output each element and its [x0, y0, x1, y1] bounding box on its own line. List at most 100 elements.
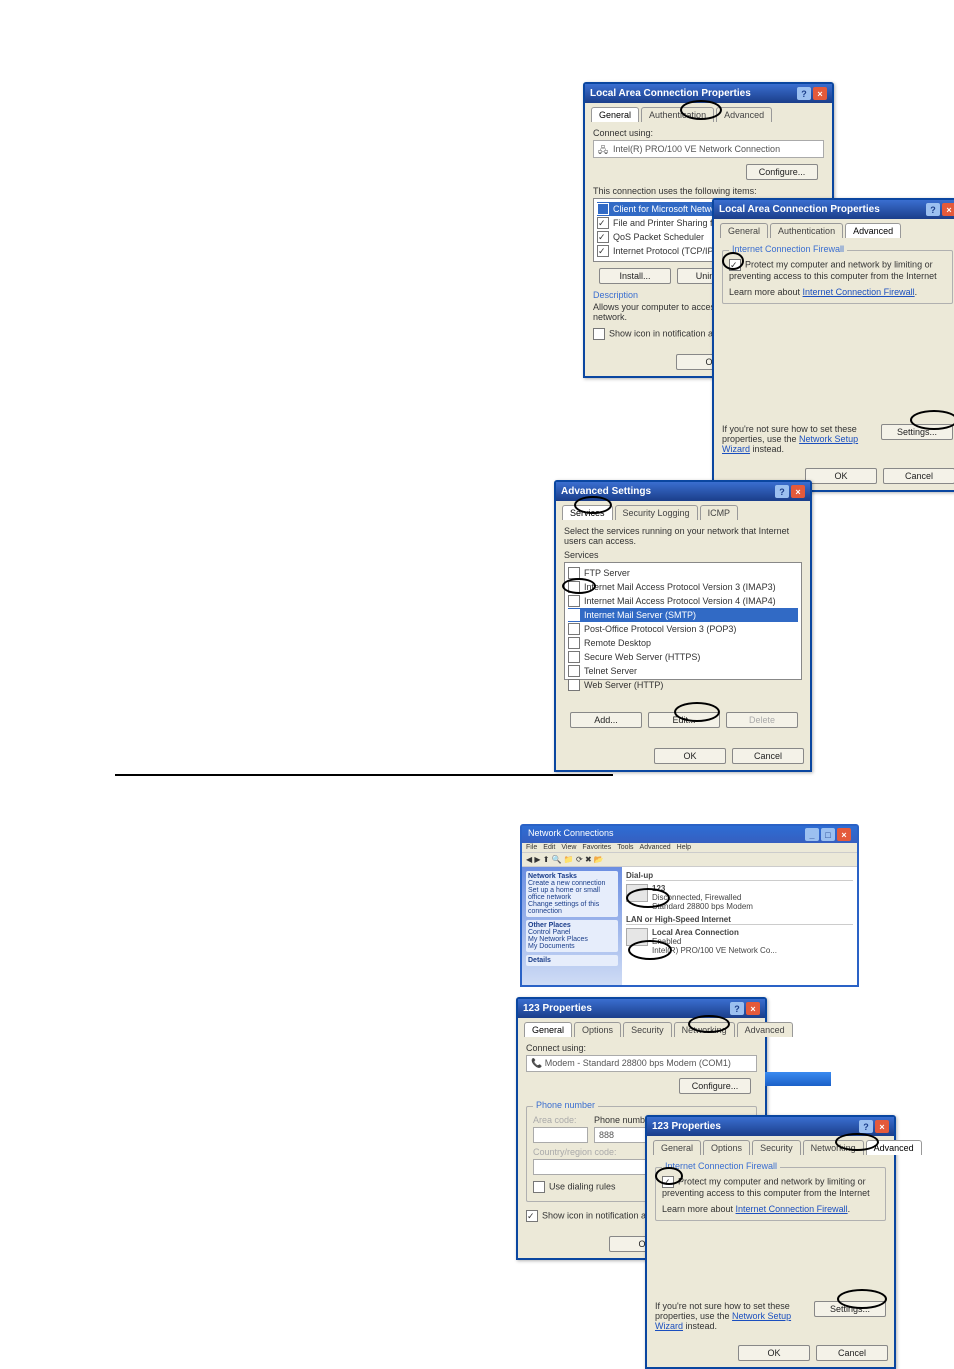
help-icon[interactable]: ? — [926, 203, 940, 216]
dialog-title: 123 Properties — [523, 1003, 592, 1014]
tab-security[interactable]: Security — [623, 1022, 672, 1037]
menu-file[interactable]: File — [526, 844, 537, 851]
instruction-text: Select the services running on your netw… — [564, 526, 802, 546]
menubar[interactable]: File Edit View Favorites Tools Advanced … — [522, 843, 857, 852]
cancel-button[interactable]: Cancel — [816, 1345, 888, 1361]
firewall-link[interactable]: Internet Connection Firewall — [803, 287, 915, 297]
hint-text2: instead. — [683, 1321, 717, 1331]
checkbox-icon[interactable] — [593, 328, 605, 340]
sidebar-item[interactable]: Control Panel — [528, 929, 570, 936]
tab-advanced[interactable]: Advanced — [845, 223, 901, 238]
ok-button[interactable]: OK — [805, 468, 877, 484]
configure-button[interactable]: Configure... — [746, 164, 818, 180]
annotation-circle — [680, 100, 722, 120]
close-icon[interactable]: × — [942, 203, 954, 216]
checkbox-icon[interactable] — [568, 637, 580, 649]
list-item: Client for Microsoft Networks — [613, 204, 728, 214]
configure-button[interactable]: Configure... — [679, 1078, 751, 1094]
toolbar[interactable]: ◀ ▶ ⬆ 🔍 📁 ⟳ ✖ 📂 — [522, 852, 857, 867]
maximize-icon[interactable]: □ — [821, 828, 835, 841]
tab-options[interactable]: Options — [703, 1140, 750, 1155]
tab-general[interactable]: General — [720, 223, 768, 238]
sidebar: Network Tasks Create a new connection Se… — [522, 867, 622, 985]
checkbox-icon[interactable]: ✓ — [597, 217, 609, 229]
advanced-settings-dialog: Advanced Settings ? × Services Security … — [554, 480, 812, 772]
connect-using-label: Connect using: — [526, 1043, 757, 1053]
list-item: FTP Server — [584, 568, 630, 578]
checkbox-icon[interactable] — [568, 623, 580, 635]
annotation-circle — [626, 888, 670, 908]
checkbox-icon[interactable] — [597, 203, 609, 215]
checkbox-icon[interactable] — [568, 679, 580, 691]
menu-favorites[interactable]: Favorites — [582, 844, 611, 851]
protect-label: Protect my computer and network by limit… — [729, 259, 937, 281]
dialing-label: Use dialing rules — [549, 1181, 616, 1191]
add-button[interactable]: Add... — [570, 712, 642, 728]
help-icon[interactable]: ? — [775, 485, 789, 498]
section-dialup: Dial-up — [626, 871, 853, 881]
hint-text2: instead. — [750, 444, 784, 454]
dialog-title: 123 Properties — [652, 1121, 721, 1132]
annotation-circle — [628, 940, 672, 960]
checkbox-icon[interactable] — [568, 651, 580, 663]
modem-name: Modem - Standard 28800 bps Modem (COM1) — [545, 1058, 731, 1068]
adapter-name: Intel(R) PRO/100 VE Network Connection — [613, 144, 780, 154]
help-icon[interactable]: ? — [797, 87, 811, 100]
menu-edit[interactable]: Edit — [543, 844, 555, 851]
divider — [115, 774, 613, 776]
checkbox-icon[interactable]: ✓ — [597, 231, 609, 243]
connect-using-label: Connect using: — [593, 128, 824, 138]
menu-tools[interactable]: Tools — [617, 844, 633, 851]
sidebar-item[interactable]: Change settings of this connection — [528, 901, 599, 915]
sidebar-item[interactable]: Set up a home or small office network — [528, 887, 600, 901]
menu-advanced[interactable]: Advanced — [640, 844, 671, 851]
close-icon[interactable]: × — [813, 87, 827, 100]
tab-options[interactable]: Options — [574, 1022, 621, 1037]
ok-button[interactable]: OK — [738, 1345, 810, 1361]
checkbox-icon[interactable]: ✓ — [526, 1210, 538, 1222]
minimize-icon[interactable]: _ — [805, 828, 819, 841]
cancel-button[interactable]: Cancel — [883, 468, 954, 484]
list-item: QoS Packet Scheduler — [613, 232, 704, 242]
tab-general[interactable]: General — [653, 1140, 701, 1155]
cancel-button[interactable]: Cancel — [732, 748, 804, 764]
ok-button[interactable]: OK — [654, 748, 726, 764]
close-icon[interactable]: × — [746, 1002, 760, 1015]
tab-general[interactable]: General — [524, 1022, 572, 1037]
annotation-circle — [574, 496, 612, 514]
checkbox-icon[interactable] — [568, 665, 580, 677]
lac-properties-advanced-dialog: Local Area Connection Properties ? × Gen… — [712, 198, 954, 492]
sidebar-item[interactable]: Create a new connection — [528, 880, 605, 887]
sidebar-item[interactable]: My Network Places — [528, 936, 588, 943]
checkbox-icon[interactable]: ✓ — [597, 245, 609, 257]
list-item: Post-Office Protocol Version 3 (POP3) — [584, 624, 736, 634]
tab-general[interactable]: General — [591, 107, 639, 122]
help-icon[interactable]: ? — [730, 1002, 744, 1015]
checkbox-icon[interactable] — [533, 1181, 545, 1193]
protect-label: Protect my computer and network by limit… — [662, 1176, 870, 1198]
list-item: Secure Web Server (HTTPS) — [584, 652, 700, 662]
install-button[interactable]: Install... — [599, 268, 671, 284]
close-icon[interactable]: × — [875, 1120, 889, 1133]
menu-view[interactable]: View — [561, 844, 576, 851]
tab-advanced[interactable]: Advanced — [716, 107, 772, 122]
list-item: Telnet Server — [584, 666, 637, 676]
close-icon[interactable]: × — [791, 485, 805, 498]
conn-name[interactable]: Local Area Connection — [652, 928, 739, 937]
checkbox-icon[interactable] — [568, 609, 580, 621]
tab-icmp[interactable]: ICMP — [700, 505, 739, 520]
firewall-link[interactable]: Internet Connection Firewall — [736, 1204, 848, 1214]
list-item: Internet Mail Server (SMTP) — [584, 610, 696, 620]
tab-security-logging[interactable]: Security Logging — [615, 505, 698, 520]
close-icon[interactable]: × — [837, 828, 851, 841]
menu-help[interactable]: Help — [677, 844, 691, 851]
annotation-circle — [722, 252, 744, 270]
tab-advanced[interactable]: Advanced — [737, 1022, 793, 1037]
tab-authentication[interactable]: Authentication — [770, 223, 843, 238]
tab-security[interactable]: Security — [752, 1140, 801, 1155]
sidebar-item[interactable]: My Documents — [528, 943, 575, 950]
help-icon[interactable]: ? — [859, 1120, 873, 1133]
services-list[interactable]: FTP Server Internet Mail Access Protocol… — [564, 562, 802, 680]
checkbox-icon[interactable] — [568, 595, 580, 607]
annotation-circle — [655, 1167, 683, 1185]
